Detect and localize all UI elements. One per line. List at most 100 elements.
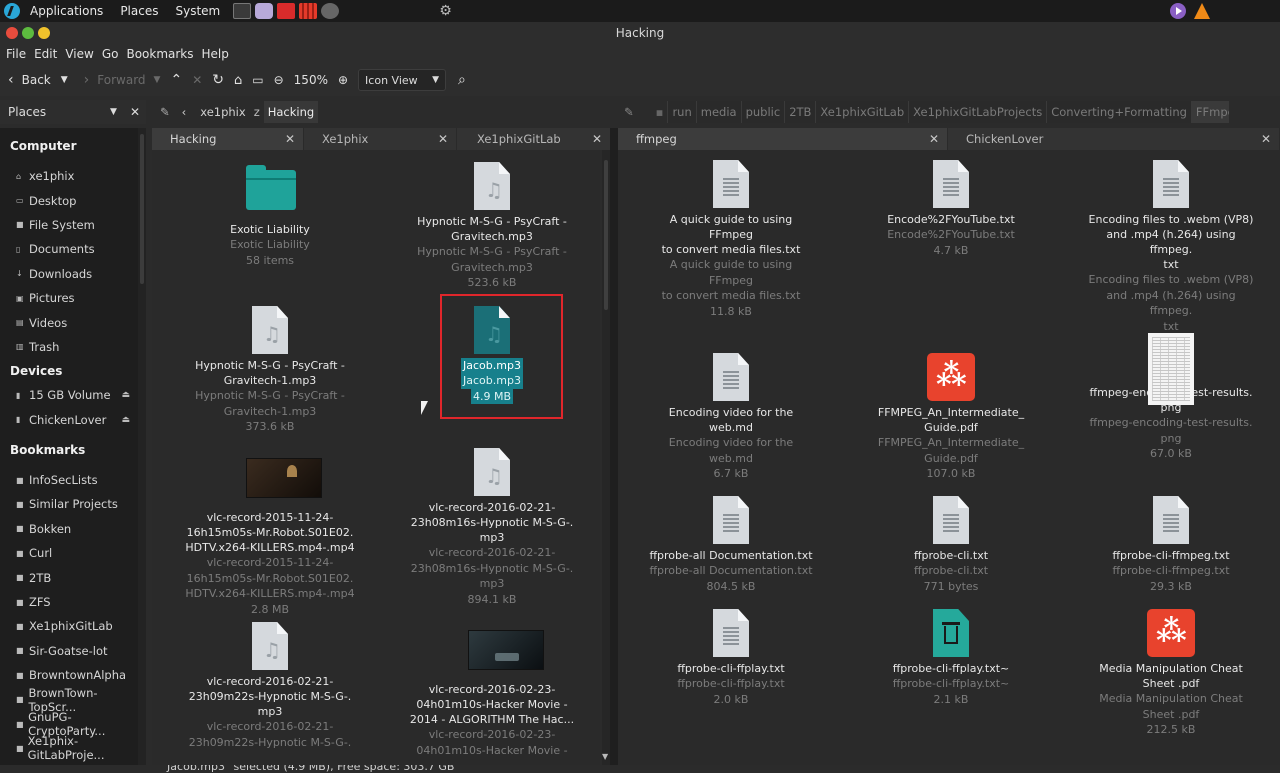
zoom-out-button[interactable]: ⊖ — [274, 73, 284, 87]
sidebar-item-home[interactable]: ⌂ xe1phix — [0, 164, 138, 188]
left-file-pane[interactable]: Exotic Liability Exotic Liability 58 ite… — [152, 150, 600, 765]
search-button[interactable]: ⌕ — [458, 72, 466, 88]
reload-button[interactable]: ↻ — [212, 72, 224, 88]
scrollbar-thumb[interactable] — [604, 160, 608, 310]
close-tab-icon[interactable]: ✕ — [438, 128, 448, 150]
file-item[interactable]: vlc-record-2016-02-23- 04h01m10s-Hacker … — [407, 626, 577, 758]
stop-button[interactable]: ✕ — [192, 73, 202, 87]
close-sidebar-icon[interactable]: ✕ — [130, 105, 140, 119]
menu-edit[interactable]: Edit — [34, 47, 57, 61]
distro-logo-icon[interactable] — [4, 3, 20, 19]
edit-path-icon[interactable]: ✎ — [620, 101, 638, 123]
eject-icon[interactable]: ⏏ — [121, 415, 130, 425]
bookmark-item[interactable]: ■ BrowntownAlpha — [0, 663, 138, 687]
crumb-ffmpeg[interactable]: FFmpeg — [1190, 101, 1229, 123]
crumb-home[interactable]: xe1phix — [196, 101, 249, 123]
back-button[interactable]: ‹ Back ▼ — [8, 72, 68, 88]
pane-divider[interactable] — [610, 128, 618, 765]
bookmark-item[interactable]: ■ BrownTown-TopScr... — [0, 686, 138, 714]
sidebar-item-desktop[interactable]: ▭ Desktop — [0, 188, 138, 212]
document-launcher-icon[interactable] — [255, 3, 274, 19]
close-tab-icon[interactable]: ✕ — [285, 128, 295, 150]
file-item[interactable]: ♫ Hypnotic M-S-G - PsyCraft - Gravitech.… — [407, 162, 577, 291]
forward-button[interactable]: › Forward ▼ — [84, 72, 161, 88]
bookmark-item[interactable]: ■ GnuPG-CryptoParty... — [0, 710, 138, 738]
right-file-pane[interactable]: A quick guide to using FFmpeg to convert… — [618, 150, 1280, 765]
applications-menu[interactable]: Applications — [30, 4, 103, 18]
file-item[interactable]: Encode%2FYouTube.txt Encode%2FYouTube.tx… — [866, 160, 1036, 258]
close-tab-icon[interactable]: ✕ — [929, 128, 939, 150]
file-item[interactable]: vlc-record-2015-11-24- 16h15m05s-Mr.Robo… — [185, 454, 355, 617]
sidebar-header[interactable]: Places ▼ ✕ — [0, 100, 146, 124]
grid-app-launcher-icon[interactable] — [299, 3, 318, 19]
crumb-public[interactable]: public — [740, 101, 785, 123]
file-item[interactable]: ffprobe-cli.txt ffprobe-cli.txt 771 byte… — [866, 496, 1036, 594]
bookmark-item[interactable]: ■ Bokken — [0, 517, 138, 541]
crumb-projects[interactable]: Xe1phixGitLabProjects — [908, 101, 1047, 123]
sidebar-item-downloads[interactable]: ↓ Downloads — [0, 262, 138, 286]
zoom-in-button[interactable]: ⊕ — [338, 73, 348, 87]
sidebar-item-filesystem[interactable]: ■ File System — [0, 213, 138, 237]
sidebar-scrollbar[interactable] — [138, 128, 146, 765]
monitor-launcher-icon[interactable] — [233, 3, 252, 19]
sidebar-item-pictures[interactable]: ▣ Pictures — [0, 286, 138, 310]
menu-view[interactable]: View — [65, 47, 93, 61]
file-item[interactable]: A quick guide to using FFmpeg to convert… — [646, 160, 816, 319]
file-item[interactable]: ffmpeg-encoding-test-results. png ffmpeg… — [1086, 333, 1256, 462]
file-item[interactable]: ♫ Hypnotic M-S-G - PsyCraft - Gravitech-… — [185, 306, 355, 435]
home-button[interactable]: ⌂ — [234, 73, 242, 88]
up-button[interactable]: ⌃ — [170, 72, 182, 88]
file-item[interactable]: ffprobe-cli-ffplay.txt ffprobe-cli-ffpla… — [646, 609, 816, 707]
chevron-down-icon[interactable]: ▼ — [602, 752, 608, 761]
file-item[interactable]: ffprobe-cli-ffplay.txt~ ffprobe-cli-ffpl… — [866, 609, 1036, 707]
crumb-xe1phixgitlab[interactable]: Xe1phixGitLab — [815, 101, 909, 123]
eject-icon[interactable]: ⏏ — [121, 390, 130, 400]
bookmark-item[interactable]: ■ Xe1phixGitLab — [0, 614, 138, 638]
bookmark-item[interactable]: ■ Curl — [0, 541, 138, 565]
tab-xe1phix[interactable]: Xe1phix ✕ — [304, 128, 457, 150]
close-tab-icon[interactable]: ✕ — [1261, 128, 1271, 150]
file-item[interactable]: ⁂ Media Manipulation Cheat Sheet .pdf Me… — [1086, 609, 1256, 738]
red-app-launcher-icon[interactable] — [277, 3, 296, 19]
edit-path-icon[interactable]: ✎ — [156, 101, 174, 123]
places-menu[interactable]: Places — [120, 4, 158, 18]
view-mode-select[interactable]: Icon View ▼ — [358, 69, 447, 91]
sidebar-item-documents[interactable]: ▯ Documents — [0, 237, 138, 261]
bookmark-item[interactable]: ■ 2TB — [0, 565, 138, 589]
system-menu[interactable]: System — [175, 4, 220, 18]
crumb-current[interactable]: Hacking — [263, 101, 319, 123]
menu-help[interactable]: Help — [202, 47, 229, 61]
tab-xe1phixgitlab[interactable]: Xe1phixGitLab ✕ — [457, 128, 611, 150]
terminal-launcher-icon[interactable] — [321, 3, 340, 19]
crumb-media[interactable]: media — [695, 101, 741, 123]
file-item[interactable]: Exotic Liability Exotic Liability 58 ite… — [185, 164, 355, 268]
scrollbar-thumb[interactable] — [140, 134, 144, 284]
file-item[interactable]: ffprobe-cli-ffmpeg.txt ffprobe-cli-ffmpe… — [1086, 496, 1256, 594]
left-pane-scrollbar[interactable]: ▼ — [602, 150, 610, 765]
tab-hacking[interactable]: Hacking ✕ — [152, 128, 304, 150]
sidebar-item-chickenlover[interactable]: ▮ ChickenLover ⏏ — [0, 408, 138, 432]
sidebar-item-trash[interactable]: ▥ Trash — [0, 335, 138, 359]
crumb-converting[interactable]: Converting+Formatting — [1046, 101, 1191, 123]
file-item[interactable]: Encoding files to .webm (VP8) and .mp4 (… — [1086, 160, 1256, 350]
close-tab-icon[interactable]: ✕ — [592, 128, 602, 150]
sidebar-item-videos[interactable]: ▤ Videos — [0, 310, 138, 334]
file-item[interactable]: ♫ vlc-record-2016-02-21- 23h08m16s-Hypno… — [407, 448, 577, 607]
menu-file[interactable]: File — [6, 47, 26, 61]
bookmark-item[interactable]: ■ Sir-Goatse-lot — [0, 639, 138, 663]
tab-chickenlover[interactable]: ChickenLover ✕ — [948, 128, 1280, 150]
menu-go[interactable]: Go — [102, 47, 119, 61]
path-back-icon[interactable]: ‹ — [178, 101, 191, 123]
path-back-icon[interactable]: ▪ — [652, 101, 668, 123]
file-item[interactable]: ♫ vlc-record-2016-02-21- 23h09m22s-Hypno… — [185, 622, 355, 750]
file-item[interactable]: ffprobe-all Documentation.txt ffprobe-al… — [646, 496, 816, 594]
vlc-icon[interactable] — [1194, 3, 1210, 19]
menu-bookmarks[interactable]: Bookmarks — [126, 47, 193, 61]
crumb-run[interactable]: run — [667, 101, 696, 123]
bookmark-item[interactable]: ■ InfoSecLists — [0, 468, 138, 492]
network-settings-icon[interactable]: ⚙ — [439, 3, 452, 19]
crumb-2tb[interactable]: 2TB — [784, 101, 816, 123]
file-item[interactable]: ⁂ FFMPEG_An_Intermediate_ Guide.pdf FFMP… — [866, 353, 1036, 482]
media-player-icon[interactable] — [1170, 3, 1186, 19]
computer-button[interactable]: ▭ — [252, 73, 263, 87]
